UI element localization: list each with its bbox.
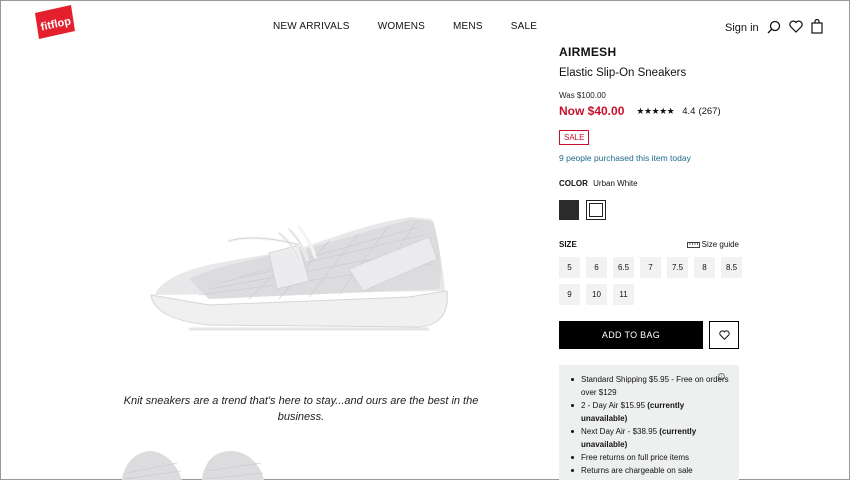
size-header: SIZE Size guide [559, 240, 739, 249]
size-options: 5 6 6.5 7 7.5 8 8.5 9 10 11 [559, 257, 744, 305]
add-to-bag-button[interactable]: ADD TO BAG [559, 321, 703, 349]
purchased-note: 9 people purchased this item today [559, 153, 691, 163]
nav-new-arrivals[interactable]: NEW ARRIVALS [273, 21, 350, 32]
shipping-info: i Standard Shipping $5.95 - Free on orde… [559, 365, 739, 480]
color-swatches [559, 200, 739, 220]
sale-badge: SALE [559, 130, 590, 145]
size-option[interactable]: 10 [586, 284, 607, 305]
shipping-next-day: Next Day Air - $38.95 (currently unavail… [569, 425, 731, 451]
header-actions: Sign in [725, 18, 831, 37]
main-nav: NEW ARRIVALS WOMENS MENS SALE [273, 21, 537, 32]
size-option[interactable]: 8.5 [721, 257, 742, 278]
size-option[interactable]: 6 [586, 257, 607, 278]
color-value: Urban White [593, 179, 638, 188]
shipping-next-day-price: Next Day Air - $38.95 [581, 427, 660, 436]
size-option[interactable]: 6.5 [613, 257, 634, 278]
nav-sale[interactable]: SALE [511, 21, 537, 32]
heart-icon[interactable] [788, 20, 803, 36]
product-details: AIRMESH Elastic Slip-On Sneakers Was $10… [559, 45, 742, 480]
product-name: Elastic Slip-On Sneakers [559, 67, 687, 79]
size-option[interactable]: 11 [613, 284, 634, 305]
sign-in-link[interactable]: Sign in [725, 22, 759, 34]
nav-mens[interactable]: MENS [453, 21, 483, 32]
bag-icon[interactable] [811, 18, 823, 37]
size-option[interactable]: 9 [559, 284, 580, 305]
shipping-sale-returns: Returns are chargeable on sale [569, 464, 731, 477]
product-tagline: Knit sneakers are a trend that's here to… [123, 395, 479, 423]
size-label: SIZE [559, 240, 577, 249]
shipping-free-returns: Free returns on full price items [569, 451, 731, 464]
nav-womens[interactable]: WOMENS [378, 21, 425, 32]
size-option[interactable]: 8 [694, 257, 715, 278]
rating-value: 4.4 [682, 105, 696, 117]
size-option[interactable]: 7.5 [667, 257, 688, 278]
heart-icon [718, 330, 730, 340]
swatch-black[interactable] [559, 200, 579, 220]
price-row: Now $40.00 ★★★★★ 4.4 (267) [559, 104, 739, 118]
size-option[interactable]: 7 [640, 257, 661, 278]
shipping-two-day: 2 - Day Air $15.95 (currently unavailabl… [569, 399, 731, 425]
product-brand: AIRMESH [559, 45, 617, 59]
size-option[interactable]: 5 [559, 257, 580, 278]
product-image[interactable] [149, 209, 459, 335]
size-guide-link[interactable]: Size guide [686, 240, 739, 249]
review-count[interactable]: (267) [698, 106, 720, 117]
size-guide-label: Size guide [701, 240, 739, 249]
fitflop-logo[interactable]: fitflop [31, 5, 75, 39]
swatch-white-selected[interactable] [586, 200, 606, 220]
shipping-standard: Standard Shipping $5.95 - Free on orders… [569, 373, 731, 399]
color-row: COLOR Urban White [559, 179, 739, 188]
rating-stars[interactable]: ★★★★★ [636, 106, 674, 117]
ruler-icon [686, 241, 700, 248]
now-price: Now $40.00 [559, 104, 625, 118]
add-to-wishlist-button[interactable] [709, 321, 739, 349]
shipping-two-day-price: 2 - Day Air $15.95 [581, 401, 648, 410]
search-icon[interactable] [767, 20, 781, 37]
was-price: Was $100.00 [559, 91, 606, 100]
color-label: COLOR [559, 179, 588, 188]
add-row: ADD TO BAG [559, 321, 739, 349]
product-image-secondary[interactable] [113, 445, 283, 480]
